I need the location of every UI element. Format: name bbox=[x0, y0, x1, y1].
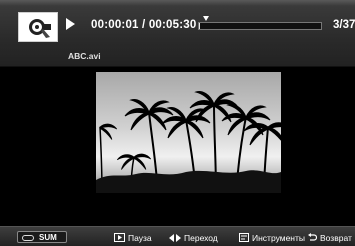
progress-bar[interactable] bbox=[198, 22, 322, 30]
tools-hint[interactable]: Инструменты bbox=[239, 233, 305, 244]
video-file-icon bbox=[18, 12, 58, 42]
seek-hint[interactable]: Переход bbox=[169, 233, 218, 244]
sum-icon bbox=[22, 235, 34, 241]
time-display: 00:00:01 / 00:05:30 bbox=[91, 19, 197, 31]
return-icon bbox=[308, 233, 318, 244]
video-frame bbox=[96, 72, 281, 193]
player-info-bar: 00:00:01 / 00:05:30 3/37 ABC.avi bbox=[0, 0, 355, 67]
tools-label: Инструменты bbox=[252, 233, 306, 243]
play-icon[interactable] bbox=[66, 18, 75, 30]
pause-key-icon bbox=[114, 233, 125, 244]
progress-marker bbox=[203, 16, 209, 21]
sum-button[interactable]: SUM bbox=[17, 231, 67, 243]
bottom-control-bar: SUM Пауза Переход Инструменты Возврат bbox=[0, 226, 355, 246]
sum-label: SUM bbox=[39, 233, 57, 242]
file-counter: 3/37 bbox=[333, 19, 355, 31]
pause-hint[interactable]: Пауза bbox=[114, 233, 152, 244]
left-right-arrows-icon bbox=[169, 233, 181, 244]
tools-icon bbox=[239, 233, 249, 244]
seek-label: Переход bbox=[184, 233, 218, 243]
return-hint[interactable]: Возврат bbox=[308, 233, 352, 244]
file-name: ABC.avi bbox=[68, 51, 101, 61]
pause-label: Пауза bbox=[128, 233, 152, 243]
return-label: Возврат bbox=[320, 233, 352, 243]
progress-fill bbox=[199, 23, 201, 29]
